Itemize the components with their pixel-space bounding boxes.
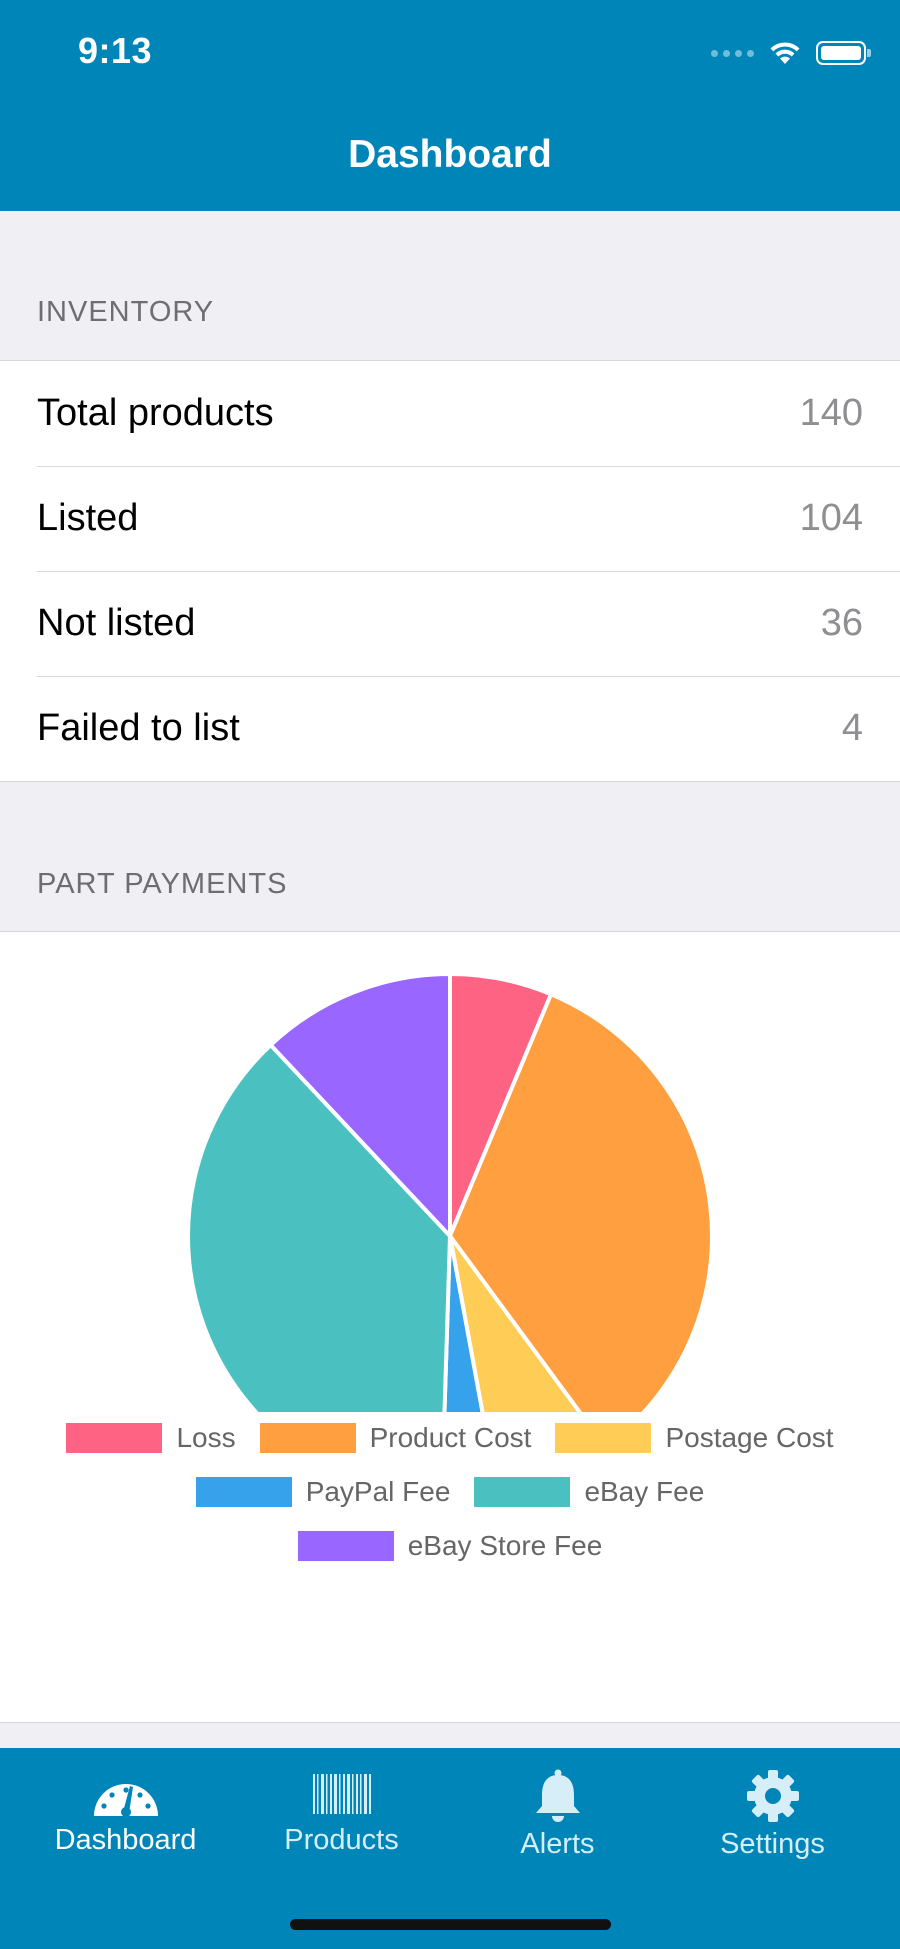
legend-swatch xyxy=(474,1477,571,1507)
navigation-header: 9:13 Dashboard xyxy=(0,0,900,211)
tab-label: Dashboard xyxy=(54,1824,197,1856)
legend-item[interactable]: PayPal Fee xyxy=(195,1476,451,1508)
cellular-signal-icon xyxy=(711,49,754,57)
legend-row: eBay Store Fee xyxy=(0,1530,900,1562)
legend-swatch xyxy=(66,1423,163,1453)
inventory-section-header: INVENTORY xyxy=(37,296,215,328)
legend-item[interactable]: eBay Store Fee xyxy=(297,1530,603,1562)
inventory-list: Total products 140 Listed 104 Not listed… xyxy=(0,360,900,782)
legend-swatch xyxy=(195,1477,292,1507)
row-value: 140 xyxy=(799,392,863,434)
wifi-icon xyxy=(770,42,800,64)
tab-label: Settings xyxy=(720,1828,825,1860)
row-value: 36 xyxy=(820,602,863,644)
tab-alerts[interactable]: Alerts xyxy=(445,1768,670,1861)
chart-legend: Loss Product Cost Postage Cost PayPal Fee eB… xyxy=(0,1422,900,1562)
legend-label: Postage Cost xyxy=(665,1422,834,1453)
home-indicator xyxy=(290,1919,611,1930)
legend-row: Loss Product Cost Postage Cost xyxy=(0,1422,900,1454)
inventory-row-total-products: Total products 140 xyxy=(0,361,900,466)
legend-item[interactable]: Loss xyxy=(66,1422,236,1454)
legend-swatch xyxy=(297,1531,394,1561)
legend-label: Product Cost xyxy=(369,1422,532,1453)
part-payments-chart-panel: Loss Product Cost Postage Cost PayPal Fee eB… xyxy=(0,931,900,1723)
inventory-row-not-listed: Not listed 36 xyxy=(0,571,900,676)
row-value: 104 xyxy=(799,497,863,539)
bell-icon xyxy=(535,1769,580,1822)
row-label: Total products xyxy=(37,392,274,434)
legend-swatch xyxy=(555,1423,652,1453)
status-icons xyxy=(711,40,871,66)
legend-swatch xyxy=(259,1423,356,1453)
tab-products[interactable]: Products xyxy=(229,1768,454,1857)
page-title: Dashboard xyxy=(348,133,552,176)
legend-row: PayPal Fee eBay Fee xyxy=(0,1476,900,1508)
legend-label: Loss xyxy=(176,1422,236,1453)
tab-label: Products xyxy=(284,1824,399,1856)
tab-settings[interactable]: Settings xyxy=(660,1768,885,1861)
legend-label: PayPal Fee xyxy=(305,1476,451,1507)
legend-label: eBay Store Fee xyxy=(407,1530,603,1561)
dashboard-gauge-icon xyxy=(93,1784,158,1817)
row-label: Not listed xyxy=(37,602,196,644)
inventory-row-listed: Listed 104 xyxy=(0,466,900,571)
row-label: Listed xyxy=(37,497,139,539)
tab-dashboard[interactable]: Dashboard xyxy=(13,1768,238,1857)
legend-item[interactable]: Postage Cost xyxy=(555,1422,834,1454)
part-payments-section-header: PART PAYMENTS xyxy=(37,868,288,900)
tab-label: Alerts xyxy=(520,1828,595,1860)
barcode-icon xyxy=(312,1774,371,1814)
part-payments-pie-chart xyxy=(186,971,714,1412)
legend-label: eBay Fee xyxy=(584,1476,705,1507)
inventory-row-failed-to-list: Failed to list 4 xyxy=(0,676,900,781)
row-value: 4 xyxy=(841,707,863,749)
legend-item[interactable]: Product Cost xyxy=(259,1422,532,1454)
gear-icon xyxy=(746,1770,799,1822)
status-time: 9:13 xyxy=(78,30,153,71)
row-label: Failed to list xyxy=(37,707,240,749)
legend-item[interactable]: eBay Fee xyxy=(474,1476,704,1508)
battery-icon xyxy=(816,41,871,65)
